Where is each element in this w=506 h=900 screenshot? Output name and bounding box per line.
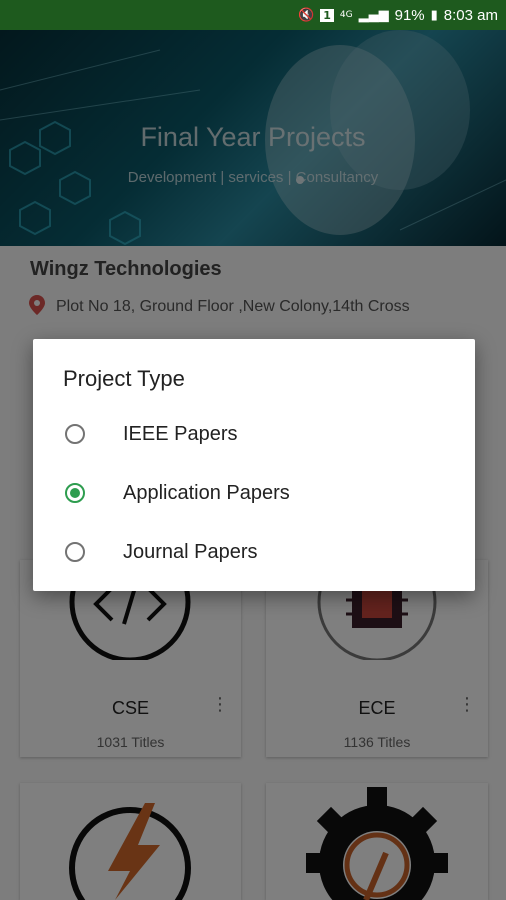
option-label: Application Papers: [123, 481, 290, 504]
radio-button-selected[interactable]: [65, 483, 85, 503]
battery-percent: 91%: [394, 6, 425, 24]
project-type-dialog: Project Type IEEE Papers Application Pap…: [33, 339, 475, 591]
signal-icon: ▂▄▆: [358, 7, 389, 23]
option-label: Journal Papers: [123, 540, 258, 563]
radio-button[interactable]: [65, 542, 85, 562]
option-journal-papers[interactable]: Journal Papers: [33, 523, 475, 581]
sim-icon: 1: [320, 8, 334, 22]
mute-icon: 🔇: [298, 7, 315, 23]
dialog-title: Project Type: [63, 366, 185, 391]
radio-button[interactable]: [65, 424, 85, 444]
status-bar: 🔇 1 4G ▂▄▆ 91% ▮ 8:03 am: [0, 0, 506, 30]
clock: 8:03 am: [443, 6, 498, 24]
option-ieee-papers[interactable]: IEEE Papers: [33, 405, 475, 463]
network-icon: 4G: [339, 10, 353, 20]
option-application-papers[interactable]: Application Papers: [33, 464, 475, 522]
option-label: IEEE Papers: [123, 422, 238, 445]
battery-icon: ▮: [430, 7, 438, 23]
